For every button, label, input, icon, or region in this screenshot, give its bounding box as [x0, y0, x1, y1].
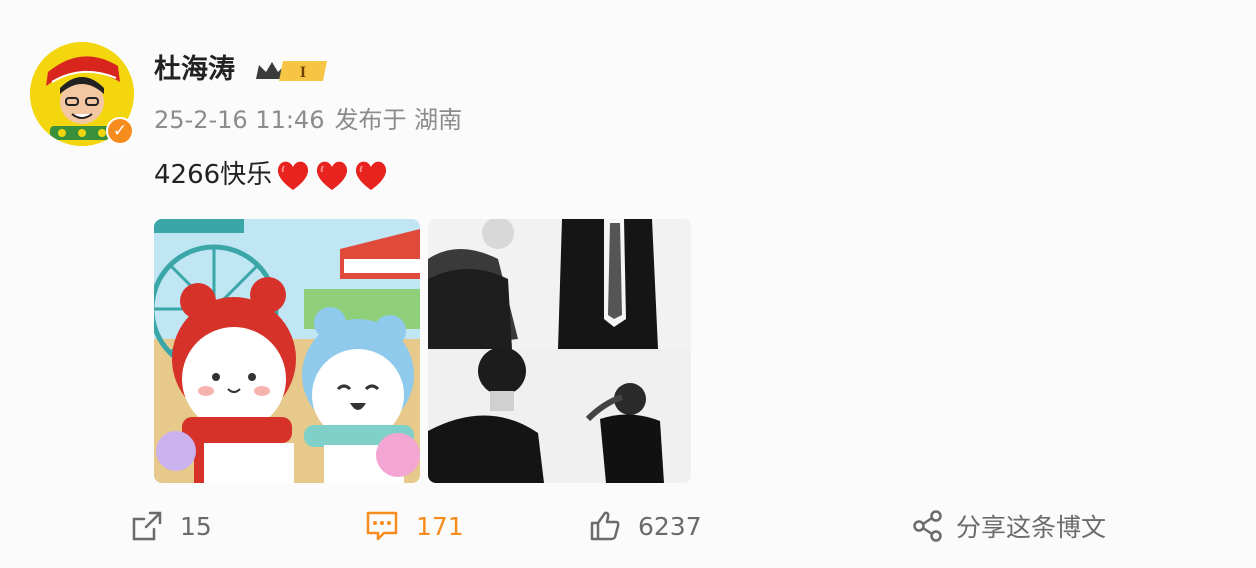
post-meta: 25-2-16 11:46 发布于 湖南 — [154, 101, 472, 139]
heart-emoji-icon — [278, 161, 309, 190]
comment-icon — [366, 511, 398, 541]
share-label: 分享这条博文 — [956, 513, 1107, 542]
share-button[interactable]: 分享这条博文 — [912, 498, 1106, 554]
post-text-content: 4266快乐 — [154, 160, 273, 190]
share-icon — [913, 510, 942, 542]
post-location: 发布于 湖南 — [334, 106, 463, 134]
comment-button[interactable]: 171 — [364, 498, 464, 554]
heart-emoji-icon — [356, 161, 387, 190]
comment-count: 171 — [416, 511, 464, 541]
verified-icon: ✓ — [106, 117, 134, 145]
post-image-cartoon[interactable] — [154, 219, 420, 483]
weibo-post-card: ✓ 杜海涛 I 25-2-16 11:46 发布于 湖南 4266快乐 15 1… — [0, 0, 1256, 568]
like-button[interactable]: 6237 — [588, 498, 702, 554]
post-image-photo[interactable] — [428, 219, 691, 483]
author-name[interactable]: 杜海涛 — [154, 50, 235, 90]
crown-icon[interactable]: I — [253, 57, 331, 85]
repost-button[interactable]: 15 — [130, 498, 212, 554]
post-timestamp[interactable]: 25-2-16 11:46 — [154, 106, 324, 134]
heart-emoji-icon — [317, 161, 348, 190]
vip-level: I — [300, 64, 306, 81]
post-text: 4266快乐 — [154, 154, 389, 196]
repost-icon — [132, 511, 162, 541]
like-icon — [590, 511, 620, 541]
repost-count: 15 — [180, 511, 212, 541]
like-count: 6237 — [638, 511, 702, 541]
post-action-bar: 15 171 6237 分享这条博文 — [0, 498, 1256, 554]
